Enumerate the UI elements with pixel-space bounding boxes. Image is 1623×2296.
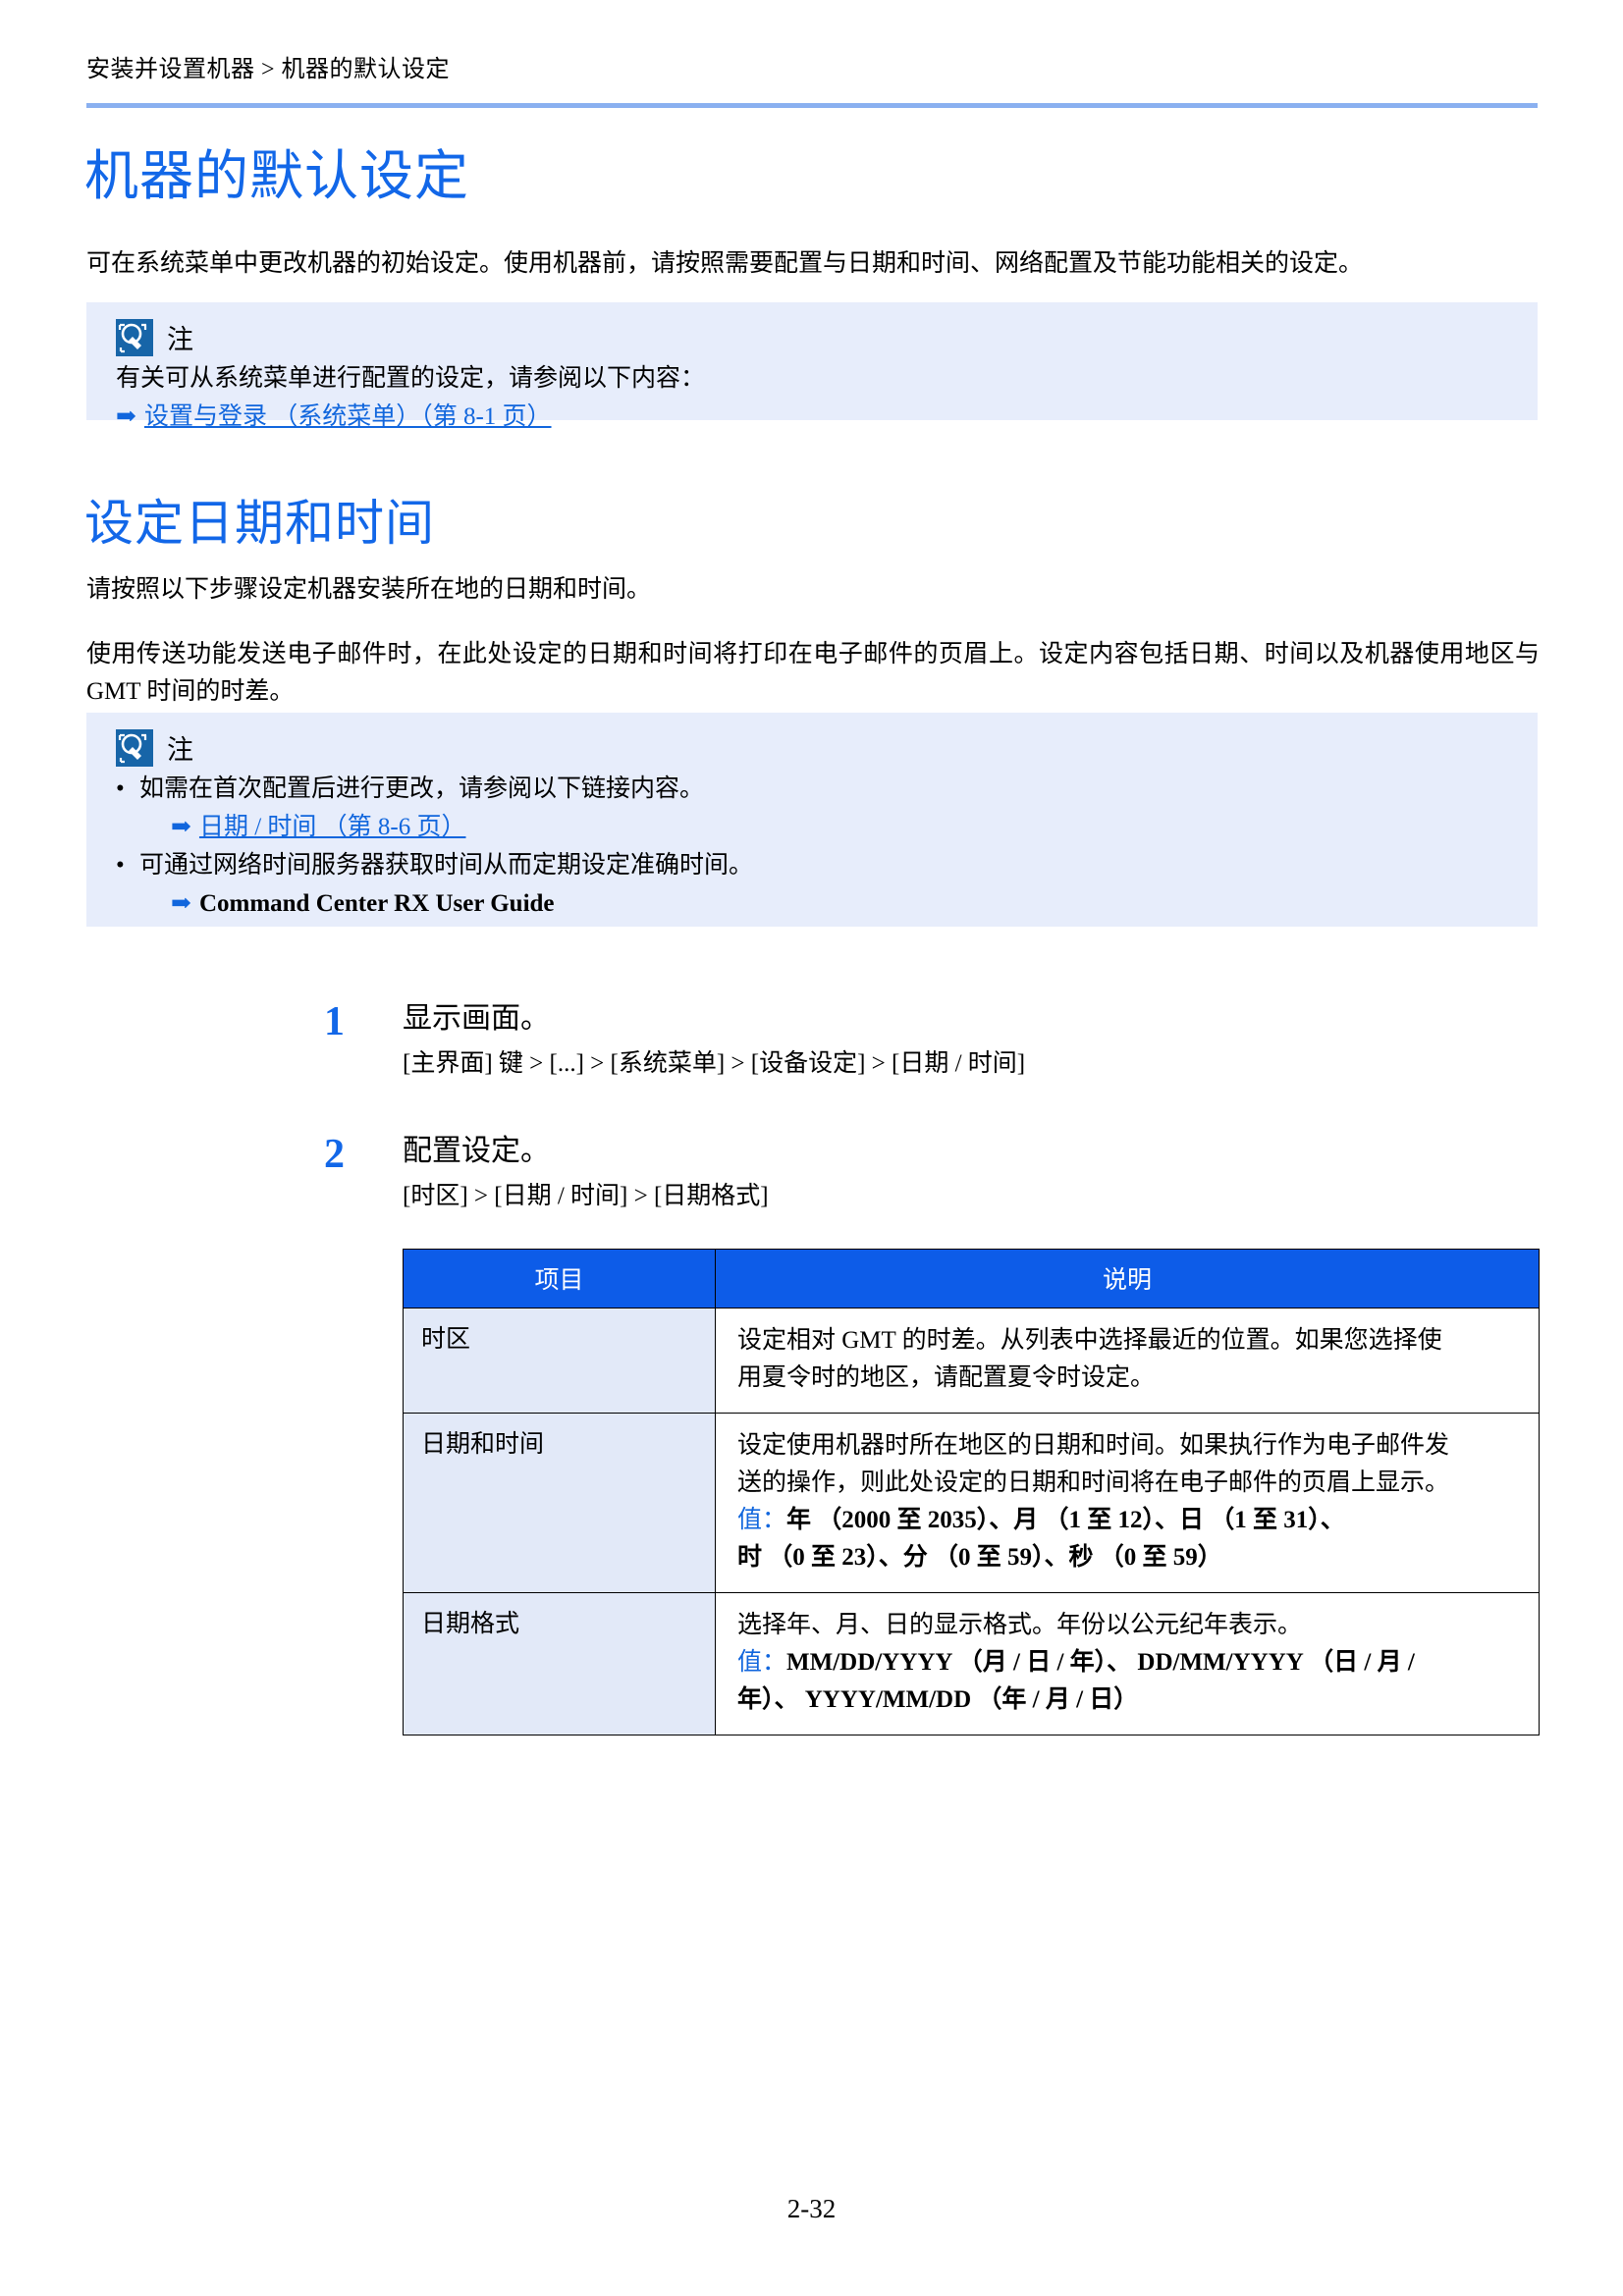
step-2-number: 2 [324, 1132, 345, 1177]
step-1-number: 1 [324, 999, 345, 1044]
table-header-item: 项目 [403, 1249, 716, 1308]
note-header-2: 注 [86, 728, 1538, 767]
arrow-right-icon: ➡ [116, 403, 136, 430]
note-box-2: 注 • 如需在首次配置后进行更改，请参阅以下链接内容。 ➡ 日期 / 时间 （第… [86, 713, 1538, 927]
note-box-1: 注 有关可从系统菜单进行配置的设定，请参阅以下内容： ➡ 设置与登录 （系统菜单… [86, 302, 1538, 430]
table-cell-description: 设定使用机器时所在地区的日期和时间。如果执行作为电子邮件发 送的操作，则此处设定… [715, 1413, 1540, 1593]
header-divider [86, 103, 1538, 108]
description-line: 设定使用机器时所在地区的日期和时间。如果执行作为电子邮件发 [737, 1432, 1450, 1459]
section-title-datetime: 设定日期和时间 [84, 496, 435, 551]
note-link-row-1[interactable]: ➡ 设置与登录 （系统菜单）（第 8-1 页） [86, 398, 1538, 437]
note-bullet-2: • 可通过网络时间服务器获取时间从而定期设定准确时间。 [86, 847, 1538, 884]
document-page: 安装并设置机器 > 机器的默认设定 机器的默认设定 可在系统菜单中更改机器的初始… [0, 0, 1623, 2296]
bullet-mark: • [116, 775, 125, 802]
table-header-row: 项目 说明 [403, 1249, 1540, 1308]
table-cell-description: 选择年、月、日的显示格式。年份以公元纪年表示。 值：MM/DD/YYYY （月 … [715, 1592, 1540, 1735]
value-label: 值： [737, 1507, 787, 1533]
value-line: 年 （2000 至 2035）、月 （1 至 12）、日 （1 至 31）、 [786, 1507, 1345, 1533]
note-label-2: 注 [167, 735, 193, 765]
link-date-time[interactable]: 日期 / 时间 （第 8-6 页） [199, 808, 466, 847]
value-line: 时 （0 至 23）、分 （0 至 59）、秒 （0 至 59） [737, 1544, 1222, 1571]
description-line: 选择年、月、日的显示格式。年份以公元纪年表示。 [737, 1612, 1303, 1638]
page-footer: 2-32 [786, 2194, 837, 2223]
description-line: 设定相对 GMT 的时差。从列表中选择最近的位置。如果您选择使 [737, 1327, 1442, 1354]
note-text-1: 有关可从系统菜单进行配置的设定，请参阅以下内容： [116, 365, 706, 392]
note-header-1: 注 [86, 318, 1538, 356]
table-cell-item: 日期格式 [403, 1592, 716, 1735]
note-link-row-3[interactable]: ➡ Command Center RX User Guide [86, 884, 1538, 924]
arrow-right-icon: ➡ [171, 890, 191, 917]
table-row: 日期格式 选择年、月、日的显示格式。年份以公元纪年表示。 值：MM/DD/YYY… [403, 1592, 1540, 1735]
value-line: 年）、 YYYY/MM/DD （年 / 月 / 日） [737, 1686, 1139, 1713]
note-link-row-2[interactable]: ➡ 日期 / 时间 （第 8-6 页） [86, 808, 1538, 847]
value-block: 值：MM/DD/YYYY （月 / 日 / 年）、 DD/MM/YYYY （日 … [737, 1644, 1517, 1682]
description-line: 用夏令时的地区，请配置夏令时设定。 [737, 1364, 1156, 1391]
table-row: 时区 设定相对 GMT 的时差。从列表中选择最近的位置。如果您选择使 用夏令时的… [403, 1308, 1540, 1414]
value-block: 值：年 （2000 至 2035）、月 （1 至 12）、日 （1 至 31）、 [737, 1502, 1517, 1539]
note-bullet-2-text: 可通过网络时间服务器获取时间从而定期设定准确时间。 [139, 852, 754, 879]
step-1-detail: [主界面] 键 > [...] > [系统菜单] > [设备设定] > [日期 … [403, 1050, 1026, 1077]
arrow-right-icon: ➡ [171, 814, 191, 840]
intro-paragraph: 可在系统菜单中更改机器的初始设定。使用机器前，请按照需要配置与日期和时间、网络配… [86, 250, 1364, 277]
note-bullet-1: • 如需在首次配置后进行更改，请参阅以下链接内容。 [86, 771, 1538, 808]
link-settings-login[interactable]: 设置与登录 （系统菜单）（第 8-1 页） [144, 398, 552, 437]
note-lightbulb-icon [116, 318, 153, 356]
settings-table: 项目 说明 时区 设定相对 GMT 的时差。从列表中选择最近的位置。如果您选择使… [403, 1249, 1540, 1735]
description-line: 送的操作，则此处设定的日期和时间将在电子邮件的页眉上显示。 [737, 1469, 1450, 1496]
table-cell-item: 日期和时间 [403, 1413, 716, 1593]
note-lightbulb-icon [116, 728, 153, 767]
table-row: 日期和时间 设定使用机器时所在地区的日期和时间。如果执行作为电子邮件发 送的操作… [403, 1413, 1540, 1593]
note-bullet-1-text: 如需在首次配置后进行更改，请参阅以下链接内容。 [139, 775, 705, 802]
table-cell-description: 设定相对 GMT 的时差。从列表中选择最近的位置。如果您选择使 用夏令时的地区，… [715, 1308, 1540, 1414]
bullet-mark: • [116, 852, 125, 879]
link-command-center-rx[interactable]: Command Center RX User Guide [199, 884, 555, 924]
table-header-description: 说明 [715, 1249, 1540, 1308]
paragraph-1: 请按照以下步骤设定机器安装所在地的日期和时间。 [86, 576, 652, 603]
breadcrumb: 安装并设置机器 > 机器的默认设定 [86, 57, 451, 82]
page-title: 机器的默认设定 [84, 146, 470, 206]
note-label-1: 注 [167, 325, 193, 354]
table-cell-item: 时区 [403, 1308, 716, 1414]
paragraph-2: 使用传送功能发送电子邮件时，在此处设定的日期和时间将打印在电子邮件的页眉上。设定… [86, 641, 1540, 705]
value-line: MM/DD/YYYY （月 / 日 / 年）、 DD/MM/YYYY （日 / … [786, 1649, 1415, 1676]
value-label: 值： [737, 1649, 787, 1676]
step-2-title: 配置设定。 [403, 1135, 550, 1167]
step-2-detail: [时区] > [日期 / 时间] > [日期格式] [403, 1183, 769, 1209]
step-1-title: 显示画面。 [403, 1002, 550, 1035]
